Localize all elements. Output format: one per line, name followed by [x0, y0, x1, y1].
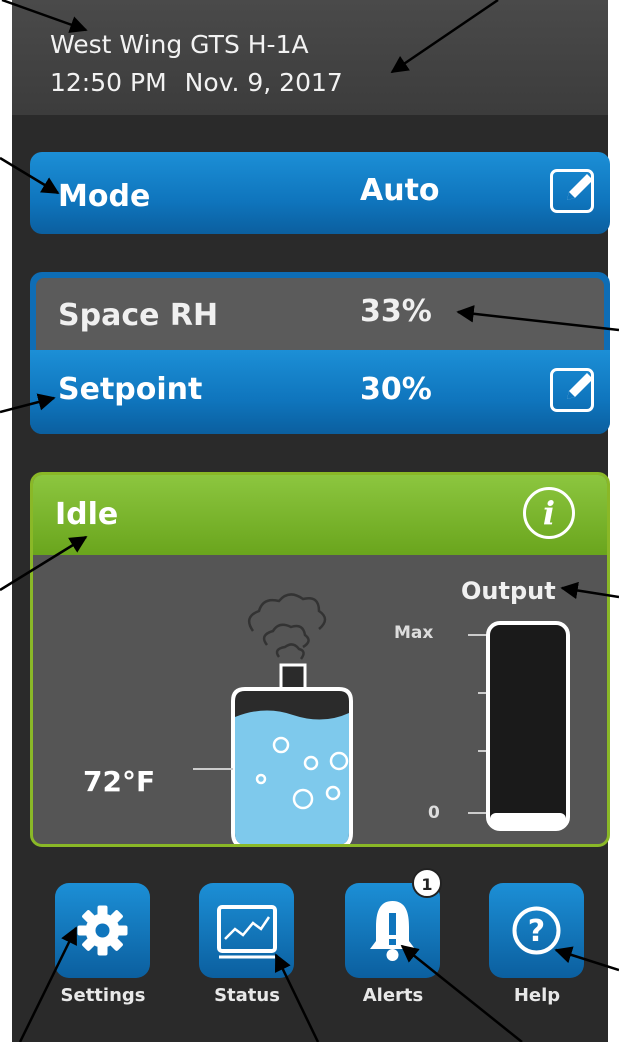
callout-arrows	[0, 0, 619, 1042]
